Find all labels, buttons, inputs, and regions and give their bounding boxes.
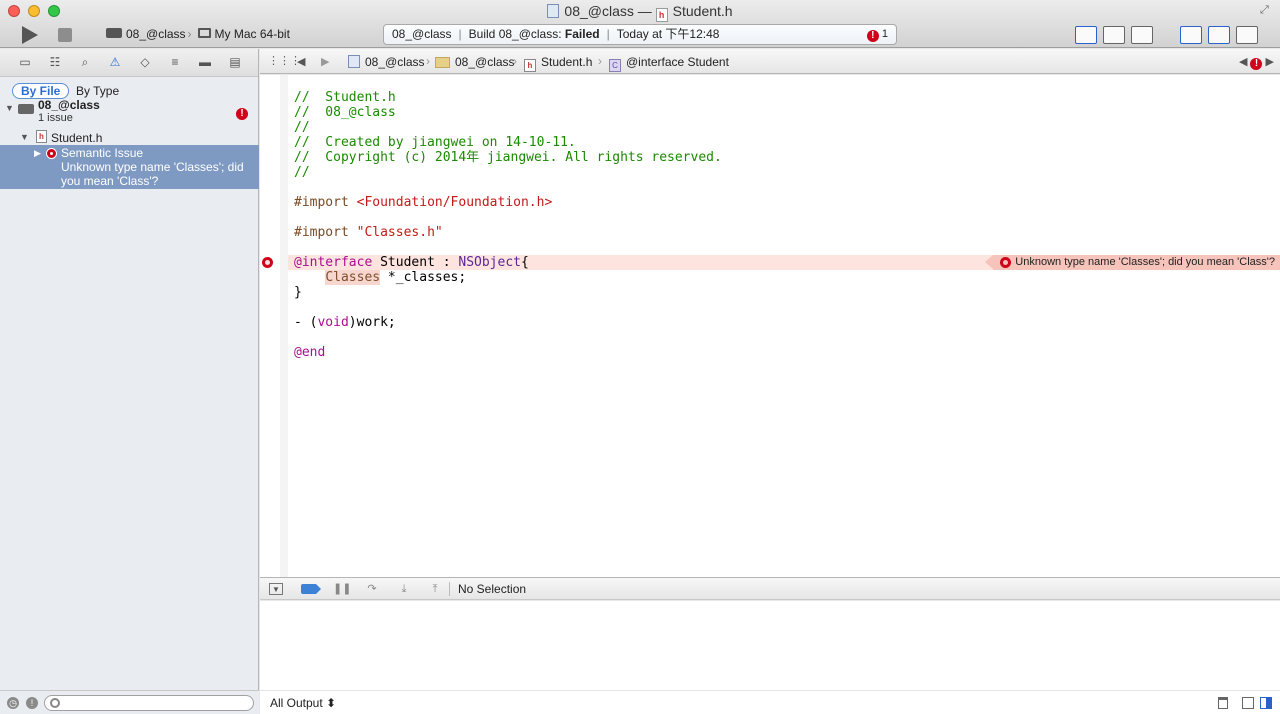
output-filter-popup[interactable]: All Output ⬍ <box>270 696 336 710</box>
log-icon[interactable]: ▤ <box>228 56 242 69</box>
gutter[interactable] <box>260 75 282 577</box>
header-file-icon: h <box>524 59 536 72</box>
error-icon: ! <box>236 104 248 120</box>
code-folding-ribbon[interactable] <box>280 75 288 577</box>
folder-icon[interactable]: ▭ <box>18 56 32 69</box>
project-icon <box>348 55 360 68</box>
file-row[interactable]: ▼ h Student.h <box>0 129 259 145</box>
search-icon <box>50 698 60 708</box>
folder-icon <box>435 57 450 68</box>
class-icon: C <box>609 59 621 72</box>
error-token[interactable]: Classes <box>325 270 381 285</box>
error-icon[interactable] <box>262 257 273 268</box>
step-out-icon[interactable]: ⤒ <box>428 583 442 595</box>
forward-arrow-icon[interactable]: ▶ <box>321 55 329 68</box>
back-arrow-icon[interactable]: ◀ <box>297 55 305 68</box>
utilities-toggle-button[interactable] <box>1236 26 1258 44</box>
issue-row[interactable]: ▶ Semantic Issue Unknown type name 'Clas… <box>0 145 259 189</box>
disclosure-closed-icon[interactable]: ▶ <box>34 148 41 159</box>
issue-grouping-segment: By File By Type <box>0 77 258 99</box>
issue-stepper[interactable]: ◀ ! ▶ <box>1239 55 1274 70</box>
source-editor[interactable]: // Student.h// 08_@class//// Created by … <box>260 75 1280 577</box>
jump-bar: ⋮⋮⋮ ◀ ▶ 08_@class › 08_@class › h Student… <box>260 49 1280 74</box>
hide-debug-area-icon[interactable]: ▼ <box>269 583 283 595</box>
standard-editor-button[interactable] <box>1075 26 1097 44</box>
console-footer: All Output ⬍ <box>260 690 1280 714</box>
trash-icon[interactable] <box>1218 697 1228 709</box>
symbol-navigator-icon[interactable]: ☷ <box>48 56 62 69</box>
pause-icon[interactable]: ❚❚ <box>333 583 351 595</box>
stop-button[interactable] <box>58 28 72 42</box>
assistant-editor-button[interactable] <box>1103 26 1125 44</box>
debug-selection-label: No Selection <box>458 582 527 596</box>
run-button[interactable] <box>22 26 38 44</box>
project-doc-icon <box>547 4 560 18</box>
test-navigator-icon[interactable]: ◇ <box>138 56 152 69</box>
breadcrumb-folder[interactable]: 08_@class <box>435 55 515 69</box>
header-file-icon: h <box>655 8 668 22</box>
navigator-selector-bar: ▭ ☷ ⌕ ⚠ ◇ ≡ ▬ ▤ <box>0 49 258 77</box>
code-text[interactable]: // Student.h// 08_@class//// Created by … <box>294 75 722 390</box>
window-title: 08_@class — h Student.h <box>0 3 1280 22</box>
error-icon: ! <box>1250 58 1263 70</box>
step-into-icon[interactable]: ⤓ <box>397 583 411 595</box>
header-file-icon: h <box>36 130 47 143</box>
scheme-selector[interactable]: 08_@class › My Mac 64-bit <box>106 27 290 41</box>
version-editor-button[interactable] <box>1131 26 1153 44</box>
navigator-toggle-button[interactable] <box>1180 26 1202 44</box>
mac-icon <box>197 28 211 38</box>
project-icon <box>18 104 34 114</box>
filter-input[interactable] <box>44 695 254 711</box>
error-icon <box>46 148 57 159</box>
breakpoints-toggle-icon[interactable] <box>301 584 321 594</box>
clock-icon[interactable]: ◷ <box>7 697 19 709</box>
breakpoint-icon[interactable]: ▬ <box>198 56 212 69</box>
activity-viewer[interactable]: 08_@class | Build 08_@class: Failed | Today … <box>383 24 897 45</box>
step-over-icon[interactable]: ↷ <box>365 583 379 595</box>
variables-view-toggle-icon[interactable] <box>1242 697 1254 709</box>
breadcrumb-file[interactable]: h Student.h <box>524 55 592 72</box>
breadcrumb-symbol[interactable]: C @interface Student <box>609 55 729 72</box>
debug-area-toggle-button[interactable] <box>1208 26 1230 44</box>
project-row[interactable]: ▼ 08_@class 1 issue ! <box>0 97 259 129</box>
error-icon <box>1000 257 1012 268</box>
disclosure-open-icon[interactable]: ▼ <box>20 132 29 142</box>
fullscreen-icon[interactable]: ⤢ <box>1260 4 1272 16</box>
error-icon: ! <box>866 30 879 42</box>
console-output[interactable] <box>260 601 1280 690</box>
disclosure-open-icon[interactable]: ▼ <box>5 103 14 113</box>
scheme-icon <box>106 28 122 38</box>
debug-navigator-icon[interactable]: ≡ <box>168 56 182 69</box>
error-filter-icon[interactable]: ! <box>26 697 38 709</box>
console-view-toggle-icon[interactable] <box>1260 697 1272 709</box>
warning-icon[interactable]: ⚠ <box>108 56 122 69</box>
issue-tree: ▼ 08_@class 1 issue ! ▼ h Student.h ▶ Se… <box>0 97 259 189</box>
search-icon[interactable]: ⌕ <box>78 56 92 69</box>
toolbar: 08_@class — h Student.h ⤢ 08_@class › My Ma… <box>0 0 1280 48</box>
by-type-tab[interactable]: By Type <box>76 84 119 98</box>
debug-bar: ▼ ❚❚ ↷ ⤓ ⤒ No Selection <box>260 577 1280 600</box>
navigator-pane: ▭ ☷ ⌕ ⚠ ◇ ≡ ▬ ▤ By File By Type ▼ 08_@cl… <box>0 49 259 714</box>
navigator-filter-bar: ◷ ! <box>0 690 259 714</box>
related-items-icon[interactable]: ⋮⋮⋮ <box>268 56 301 67</box>
breadcrumb-project[interactable]: 08_@class <box>348 55 425 69</box>
inline-error-message[interactable]: Unknown type name 'Classes'; did you mea… <box>985 255 1280 270</box>
error-count-badge[interactable]: ! 1 <box>866 28 888 42</box>
